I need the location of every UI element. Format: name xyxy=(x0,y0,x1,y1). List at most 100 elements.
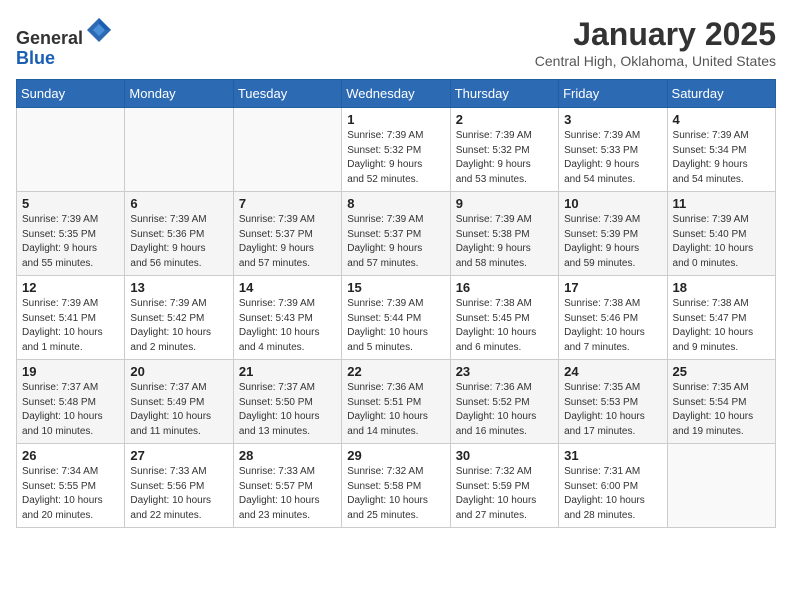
month-title: January 2025 xyxy=(535,16,776,53)
day-info: Sunrise: 7:39 AM Sunset: 5:43 PM Dayligh… xyxy=(239,297,336,355)
day-number: 10 xyxy=(564,196,661,211)
calendar-cell: 13 Sunrise: 7:39 AM Sunset: 5:42 PM Dayli… xyxy=(125,276,233,360)
day-number: 4 xyxy=(673,112,770,127)
day-info: Sunrise: 7:39 AM Sunset: 5:44 PM Dayligh… xyxy=(347,297,444,355)
calendar-cell: 5 Sunrise: 7:39 AM Sunset: 5:35 PM Daylig… xyxy=(17,192,125,276)
calendar-cell: 28 Sunrise: 7:33 AM Sunset: 5:57 PM Dayli… xyxy=(233,444,341,528)
day-info: Sunrise: 7:39 AM Sunset: 5:42 PM Dayligh… xyxy=(130,297,227,355)
day-number: 25 xyxy=(673,364,770,379)
day-number: 6 xyxy=(130,196,227,211)
day-info: Sunrise: 7:38 AM Sunset: 5:46 PM Dayligh… xyxy=(564,297,661,355)
logo-general: General xyxy=(16,28,83,48)
calendar-cell: 12 Sunrise: 7:39 AM Sunset: 5:41 PM Dayli… xyxy=(17,276,125,360)
day-info: Sunrise: 7:39 AM Sunset: 5:40 PM Dayligh… xyxy=(673,213,770,271)
calendar-cell xyxy=(17,108,125,192)
calendar-cell: 24 Sunrise: 7:35 AM Sunset: 5:53 PM Dayli… xyxy=(559,360,667,444)
day-number: 20 xyxy=(130,364,227,379)
logo-blue: Blue xyxy=(16,48,55,68)
weekday-header-wednesday: Wednesday xyxy=(342,80,450,108)
day-info: Sunrise: 7:35 AM Sunset: 5:53 PM Dayligh… xyxy=(564,381,661,439)
day-info: Sunrise: 7:32 AM Sunset: 5:58 PM Dayligh… xyxy=(347,465,444,523)
day-info: Sunrise: 7:36 AM Sunset: 5:52 PM Dayligh… xyxy=(456,381,553,439)
logo: General Blue xyxy=(16,16,113,69)
day-number: 11 xyxy=(673,196,770,211)
day-number: 16 xyxy=(456,280,553,295)
calendar-cell: 23 Sunrise: 7:36 AM Sunset: 5:52 PM Dayli… xyxy=(450,360,558,444)
day-info: Sunrise: 7:31 AM Sunset: 6:00 PM Dayligh… xyxy=(564,465,661,523)
weekday-header-saturday: Saturday xyxy=(667,80,775,108)
day-number: 30 xyxy=(456,448,553,463)
day-info: Sunrise: 7:39 AM Sunset: 5:32 PM Dayligh… xyxy=(456,129,553,187)
day-number: 24 xyxy=(564,364,661,379)
day-number: 18 xyxy=(673,280,770,295)
day-info: Sunrise: 7:34 AM Sunset: 5:55 PM Dayligh… xyxy=(22,465,119,523)
day-number: 26 xyxy=(22,448,119,463)
day-number: 15 xyxy=(347,280,444,295)
calendar-cell: 18Sunrise: 7:38 AM Sunset: 5:47 PM Dayli… xyxy=(667,276,775,360)
day-number: 19 xyxy=(22,364,119,379)
weekday-header-sunday: Sunday xyxy=(17,80,125,108)
day-info: Sunrise: 7:32 AM Sunset: 5:59 PM Dayligh… xyxy=(456,465,553,523)
day-number: 3 xyxy=(564,112,661,127)
calendar-table: SundayMondayTuesdayWednesdayThursdayFrid… xyxy=(16,79,776,528)
day-info: Sunrise: 7:33 AM Sunset: 5:57 PM Dayligh… xyxy=(239,465,336,523)
calendar-cell: 26 Sunrise: 7:34 AM Sunset: 5:55 PM Dayli… xyxy=(17,444,125,528)
calendar-cell: 3Sunrise: 7:39 AM Sunset: 5:33 PM Daylig… xyxy=(559,108,667,192)
calendar-week-row: 19 Sunrise: 7:37 AM Sunset: 5:48 PM Dayli… xyxy=(17,360,776,444)
calendar-week-row: 5 Sunrise: 7:39 AM Sunset: 5:35 PM Daylig… xyxy=(17,192,776,276)
calendar-cell: 1Sunrise: 7:39 AM Sunset: 5:32 PM Daylig… xyxy=(342,108,450,192)
logo-icon xyxy=(85,16,113,44)
day-number: 5 xyxy=(22,196,119,211)
calendar-cell: 7Sunrise: 7:39 AM Sunset: 5:37 PM Daylig… xyxy=(233,192,341,276)
day-info: Sunrise: 7:39 AM Sunset: 5:38 PM Dayligh… xyxy=(456,213,553,271)
day-number: 17 xyxy=(564,280,661,295)
page-header: General Blue January 2025 Central High, … xyxy=(16,16,776,69)
calendar-cell: 25 Sunrise: 7:35 AM Sunset: 5:54 PM Dayli… xyxy=(667,360,775,444)
calendar-week-row: 1 Sunrise: 7:39 AM Sunset: 5:32 PM Daylig… xyxy=(17,108,776,192)
calendar-cell xyxy=(233,108,341,192)
calendar-cell: 20Sunrise: 7:37 AM Sunset: 5:49 PM Dayli… xyxy=(125,360,233,444)
day-number: 27 xyxy=(130,448,227,463)
calendar-cell: 4 Sunrise: 7:39 AM Sunset: 5:34 PM Daylig… xyxy=(667,108,775,192)
day-number: 8 xyxy=(347,196,444,211)
calendar-cell: 16 Sunrise: 7:38 AM Sunset: 5:45 PM Dayli… xyxy=(450,276,558,360)
day-number: 12 xyxy=(22,280,119,295)
calendar-cell xyxy=(667,444,775,528)
day-number: 13 xyxy=(130,280,227,295)
day-number: 29 xyxy=(347,448,444,463)
calendar-cell xyxy=(125,108,233,192)
day-number: 28 xyxy=(239,448,336,463)
day-info: Sunrise: 7:39 AM Sunset: 5:34 PM Dayligh… xyxy=(673,129,770,187)
calendar-cell: 29 Sunrise: 7:32 AM Sunset: 5:58 PM Dayli… xyxy=(342,444,450,528)
calendar-cell: 10Sunrise: 7:39 AM Sunset: 5:39 PM Dayli… xyxy=(559,192,667,276)
calendar-cell: 17 Sunrise: 7:38 AM Sunset: 5:46 PM Dayli… xyxy=(559,276,667,360)
calendar-cell: 15 Sunrise: 7:39 AM Sunset: 5:44 PM Dayli… xyxy=(342,276,450,360)
calendar-cell: 11 Sunrise: 7:39 AM Sunset: 5:40 PM Dayli… xyxy=(667,192,775,276)
logo-text: General Blue xyxy=(16,16,113,69)
calendar-cell: 2 Sunrise: 7:39 AM Sunset: 5:32 PM Daylig… xyxy=(450,108,558,192)
day-info: Sunrise: 7:39 AM Sunset: 5:41 PM Dayligh… xyxy=(22,297,119,355)
day-info: Sunrise: 7:39 AM Sunset: 5:35 PM Dayligh… xyxy=(22,213,119,271)
day-number: 22 xyxy=(347,364,444,379)
day-number: 14 xyxy=(239,280,336,295)
day-number: 23 xyxy=(456,364,553,379)
day-info: Sunrise: 7:37 AM Sunset: 5:48 PM Dayligh… xyxy=(22,381,119,439)
day-info: Sunrise: 7:38 AM Sunset: 5:45 PM Dayligh… xyxy=(456,297,553,355)
title-area: January 2025 Central High, Oklahoma, Uni… xyxy=(535,16,776,69)
day-info: Sunrise: 7:39 AM Sunset: 5:37 PM Dayligh… xyxy=(239,213,336,271)
day-info: Sunrise: 7:36 AM Sunset: 5:51 PM Dayligh… xyxy=(347,381,444,439)
calendar-cell: 31 Sunrise: 7:31 AM Sunset: 6:00 PM Dayli… xyxy=(559,444,667,528)
day-number: 2 xyxy=(456,112,553,127)
day-info: Sunrise: 7:33 AM Sunset: 5:56 PM Dayligh… xyxy=(130,465,227,523)
weekday-header-friday: Friday xyxy=(559,80,667,108)
calendar-week-row: 26 Sunrise: 7:34 AM Sunset: 5:55 PM Dayli… xyxy=(17,444,776,528)
calendar-cell: 6 Sunrise: 7:39 AM Sunset: 5:36 PM Daylig… xyxy=(125,192,233,276)
calendar-cell: 21Sunrise: 7:37 AM Sunset: 5:50 PM Dayli… xyxy=(233,360,341,444)
calendar-cell: 19 Sunrise: 7:37 AM Sunset: 5:48 PM Dayli… xyxy=(17,360,125,444)
day-number: 31 xyxy=(564,448,661,463)
day-number: 1 xyxy=(347,112,444,127)
calendar-cell: 22 Sunrise: 7:36 AM Sunset: 5:51 PM Dayli… xyxy=(342,360,450,444)
weekday-header-monday: Monday xyxy=(125,80,233,108)
day-info: Sunrise: 7:35 AM Sunset: 5:54 PM Dayligh… xyxy=(673,381,770,439)
day-info: Sunrise: 7:39 AM Sunset: 5:36 PM Dayligh… xyxy=(130,213,227,271)
